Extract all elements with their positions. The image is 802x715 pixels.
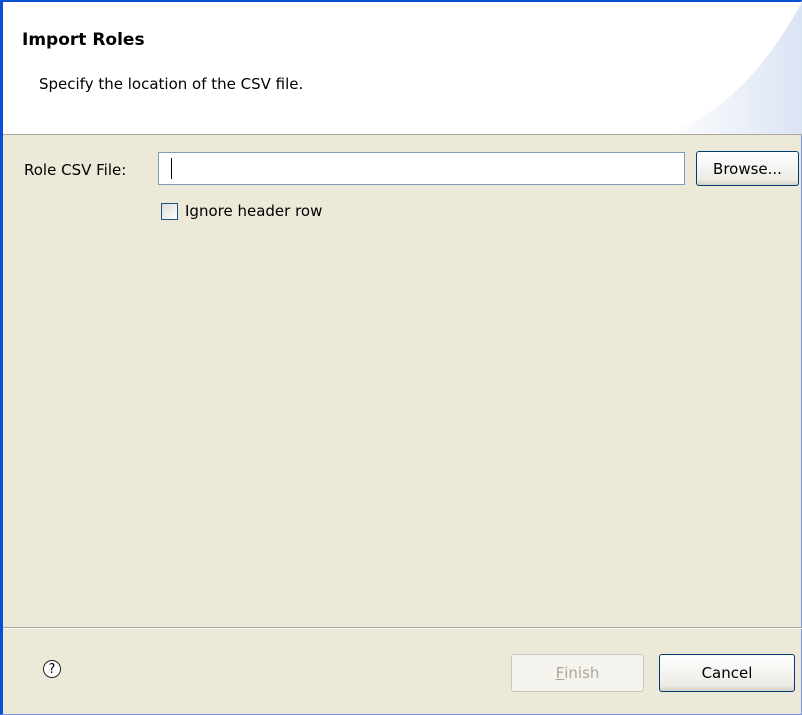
browse-button[interactable]: Browse...: [696, 151, 799, 186]
import-roles-dialog: Import Roles Specify the location of the…: [0, 0, 802, 715]
finish-button: Finish: [511, 654, 644, 692]
finish-label-rest: inish: [564, 664, 600, 682]
footer-separator: [3, 627, 802, 629]
header-decoration: [662, 2, 802, 134]
text-caret: [171, 158, 172, 179]
dialog-header: Import Roles Specify the location of the…: [3, 2, 802, 135]
help-icon[interactable]: ?: [43, 660, 61, 678]
ignore-header-row-option[interactable]: Ignore header row: [161, 202, 322, 220]
role-csv-file-label: Role CSV File:: [24, 161, 127, 179]
dialog-subtitle: Specify the location of the CSV file.: [39, 75, 304, 93]
ignore-header-label: Ignore header row: [185, 202, 323, 220]
finish-mnemonic: F: [555, 664, 565, 682]
role-csv-file-input[interactable]: [158, 152, 685, 185]
dialog-title: Import Roles: [22, 30, 145, 50]
cancel-button[interactable]: Cancel: [659, 654, 795, 692]
ignore-header-checkbox[interactable]: [161, 202, 178, 220]
